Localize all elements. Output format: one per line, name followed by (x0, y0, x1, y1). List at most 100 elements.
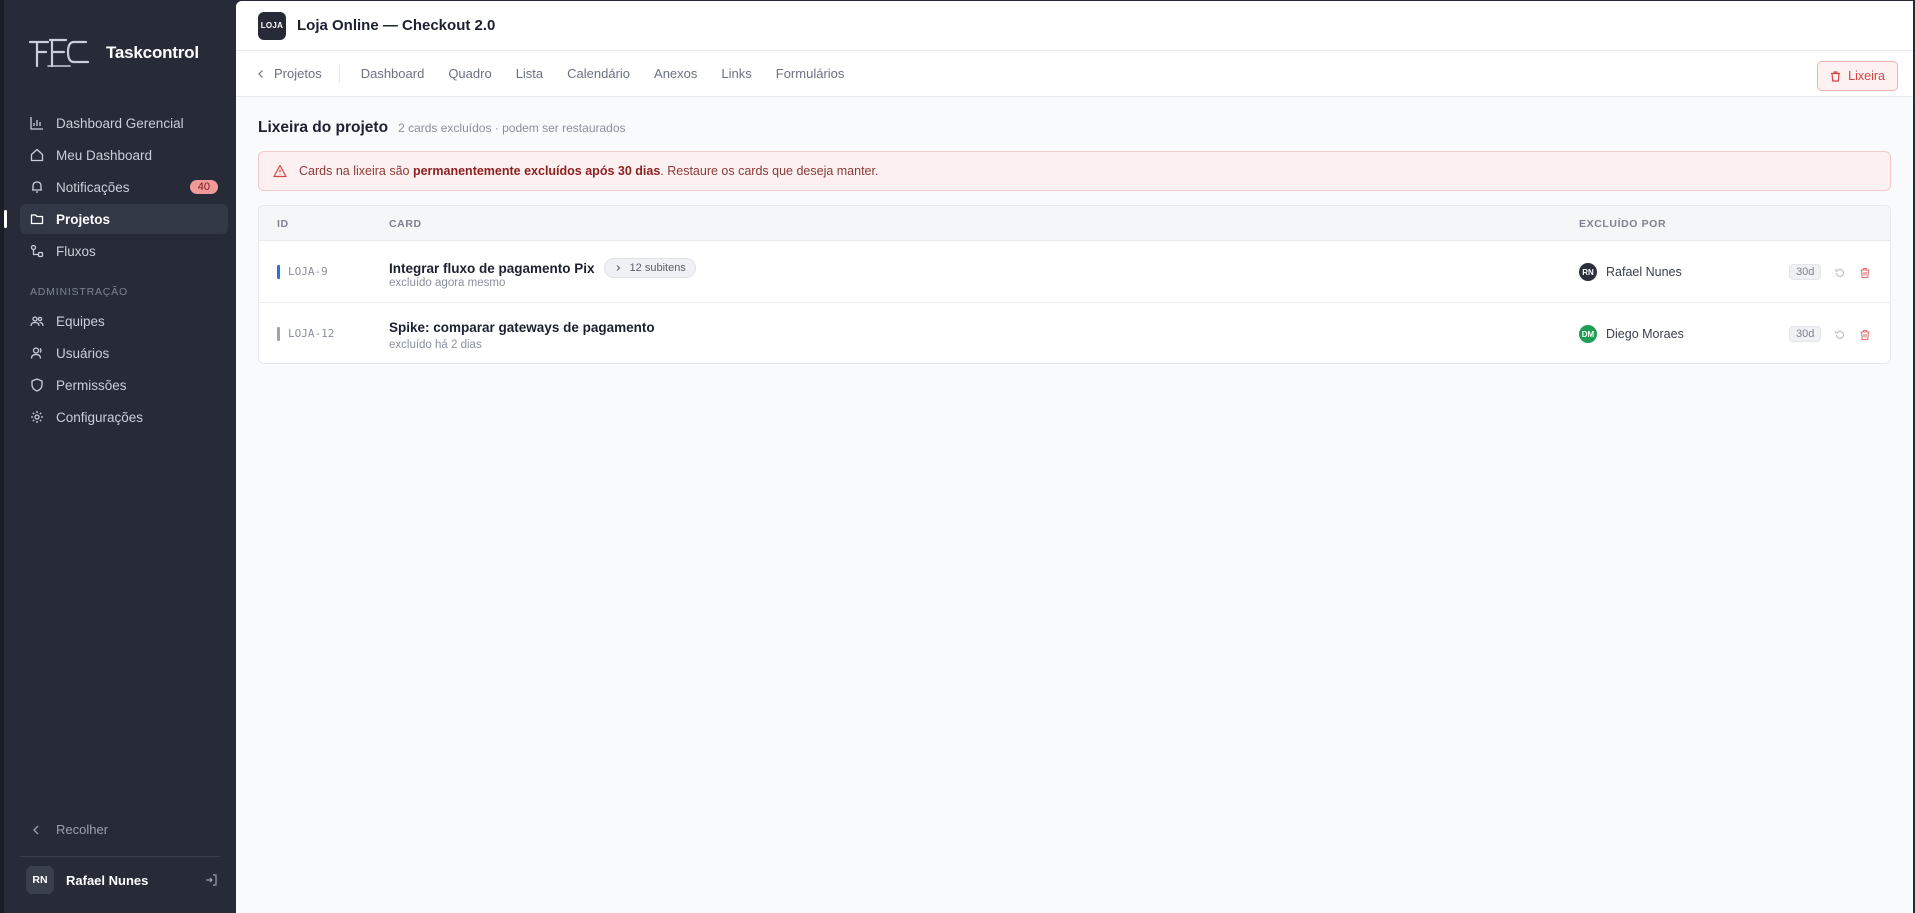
notification-count-badge: 40 (189, 180, 218, 194)
page-title: Lixeira do projeto (258, 119, 389, 136)
delete-permanently-icon[interactable] (1859, 267, 1871, 279)
table-header: ID CARD EXCLUÍDO POR (259, 206, 1890, 241)
deleted-by: DM Diego Moraes (1579, 325, 1684, 343)
shield-icon (31, 378, 43, 392)
column-header-deleted-by: EXCLUÍDO POR (1579, 218, 1667, 230)
project-tabs: Projetos Dashboard Quadro Lista Calendár… (236, 51, 1913, 97)
page-heading: Lixeira do projeto 2 cards excluídos · p… (258, 119, 1891, 137)
deleted-by: RN Rafael Nunes (1579, 263, 1682, 281)
retention-warning: Cards na lixeira são permanentemente exc… (258, 151, 1891, 191)
chevron-left-icon (33, 825, 39, 834)
taskcontrol-logo-icon (28, 38, 90, 68)
card-id: LOJA-12 (288, 327, 335, 340)
deleted-when: excluído há 2 dias (389, 339, 482, 351)
avatar: RN (1579, 263, 1597, 281)
card-type-marker (277, 327, 280, 341)
trash-content: Lixeira do projeto 2 cards excluídos · p… (236, 119, 1913, 364)
back-to-projects-link[interactable]: Projetos (256, 64, 340, 83)
back-label: Projetos (274, 66, 322, 81)
sidebar-item-notificacoes[interactable]: Notificações 40 (20, 172, 228, 202)
subitems-chip[interactable]: 12 subitens (603, 258, 696, 278)
trash-table: ID CARD EXCLUÍDO POR LOJA-9 Integrar flu… (258, 205, 1891, 364)
bar-chart-icon (30, 117, 43, 130)
sidebar-item-label: Configurações (56, 409, 144, 425)
warning-text: Cards na lixeira são permanentemente exc… (299, 164, 878, 178)
delete-permanently-icon[interactable] (1859, 329, 1871, 341)
project-title: Loja Online — Checkout 2.0 (297, 17, 496, 34)
team-icon (30, 316, 44, 327)
sidebar-item-label: Projetos (56, 211, 111, 227)
warning-triangle-icon (273, 164, 287, 178)
project-header: LOJA Loja Online — Checkout 2.0 (236, 1, 1913, 51)
tab-lista[interactable]: Lista (516, 66, 543, 81)
collapse-label: Recolher (56, 822, 109, 837)
sidebar-nav: Dashboard Gerencial Meu Dashboard Notifi… (4, 108, 228, 434)
sidebar-item-usuarios[interactable]: Usuários (20, 338, 228, 368)
sidebar-item-configuracoes[interactable]: Configurações (20, 402, 228, 432)
project-logo: LOJA (258, 11, 286, 40)
bell-icon (32, 181, 42, 193)
card-title: Spike: comparar gateways de pagamento (389, 320, 655, 335)
gear-icon (31, 411, 43, 423)
app-name: Taskcontrol (106, 43, 199, 62)
sidebar-item-label: Notificações (56, 179, 130, 195)
sidebar-item-label: Permissões (56, 377, 127, 393)
chevron-left-icon (258, 69, 263, 78)
sidebar: Taskcontrol Dashboard Gerencial Meu Dash… (0, 0, 236, 913)
trash-icon (1831, 70, 1841, 82)
logout-icon[interactable] (204, 873, 218, 887)
card-type-marker (277, 265, 280, 279)
main-panel: LOJA Loja Online — Checkout 2.0 Projetos… (236, 1, 1913, 913)
subitems-label: 12 subitens (629, 262, 686, 274)
brand[interactable]: Taskcontrol (28, 36, 199, 70)
column-header-card: CARD (389, 218, 422, 230)
avatar: RN (26, 866, 54, 894)
days-remaining-badge: 30d (1789, 326, 1822, 342)
sidebar-section-admin: ADMINISTRAÇÃO (30, 286, 128, 298)
table-row[interactable]: LOJA-9 Integrar fluxo de pagamento Pix 1… (259, 241, 1890, 303)
home-icon (30, 148, 44, 162)
deleted-by-name: Diego Moraes (1606, 327, 1684, 341)
restore-icon[interactable] (1834, 267, 1846, 279)
tab-links[interactable]: Links (721, 66, 751, 81)
deleted-when: excluído agora mesmo (389, 277, 506, 289)
card-title-wrap: Spike: comparar gateways de pagamento (389, 320, 655, 335)
tab-formularios[interactable]: Formulários (776, 66, 845, 81)
chevron-right-icon (616, 265, 620, 271)
folder-icon (30, 214, 44, 225)
page-subtitle: 2 cards excluídos · podem ser restaurado… (398, 121, 626, 135)
sidebar-item-label: Meu Dashboard (56, 147, 153, 163)
card-title: Integrar fluxo de pagamento Pix (389, 260, 595, 276)
deleted-by-name: Rafael Nunes (1606, 265, 1682, 279)
sidebar-item-label: Equipes (56, 313, 105, 329)
card-id: LOJA-9 (288, 265, 328, 278)
column-header-id: ID (277, 218, 289, 230)
trash-button[interactable]: Lixeira (1817, 61, 1898, 91)
collapse-sidebar-button[interactable]: Recolher (30, 822, 108, 837)
days-remaining-badge: 30d (1789, 264, 1822, 280)
sidebar-item-label: Usuários (56, 345, 110, 361)
restore-icon[interactable] (1834, 329, 1846, 341)
current-user[interactable]: RN Rafael Nunes (26, 866, 218, 894)
tab-calendario[interactable]: Calendário (567, 66, 630, 81)
table-row[interactable]: LOJA-12 Spike: comparar gateways de paga… (259, 303, 1890, 363)
trash-button-label: Lixeira (1848, 69, 1885, 83)
user-name: Rafael Nunes (66, 872, 149, 888)
warning-emphasis: permanentemente excluídos após 30 dias (412, 164, 661, 178)
sidebar-item-equipes[interactable]: Equipes (20, 306, 228, 336)
sidebar-item-label: Fluxos (56, 243, 96, 259)
tab-dashboard[interactable]: Dashboard (361, 66, 425, 81)
tab-anexos[interactable]: Anexos (654, 66, 697, 81)
sidebar-item-fluxos[interactable]: Fluxos (20, 236, 228, 266)
workflow-icon (30, 244, 44, 258)
sidebar-item-projetos[interactable]: Projetos (4, 204, 228, 234)
tab-quadro[interactable]: Quadro (448, 66, 491, 81)
sidebar-item-permissoes[interactable]: Permissões (20, 370, 228, 400)
sidebar-item-dashboard-gerencial[interactable]: Dashboard Gerencial (20, 108, 228, 138)
warning-suffix: . Restaure os cards que deseja manter. (660, 164, 879, 178)
card-title-wrap: Integrar fluxo de pagamento Pix 12 subit… (389, 258, 696, 278)
sidebar-divider (20, 856, 220, 857)
sidebar-item-label: Dashboard Gerencial (56, 115, 184, 131)
warning-prefix: Cards na lixeira são (299, 164, 413, 178)
sidebar-item-meu-dashboard[interactable]: Meu Dashboard (20, 140, 228, 170)
